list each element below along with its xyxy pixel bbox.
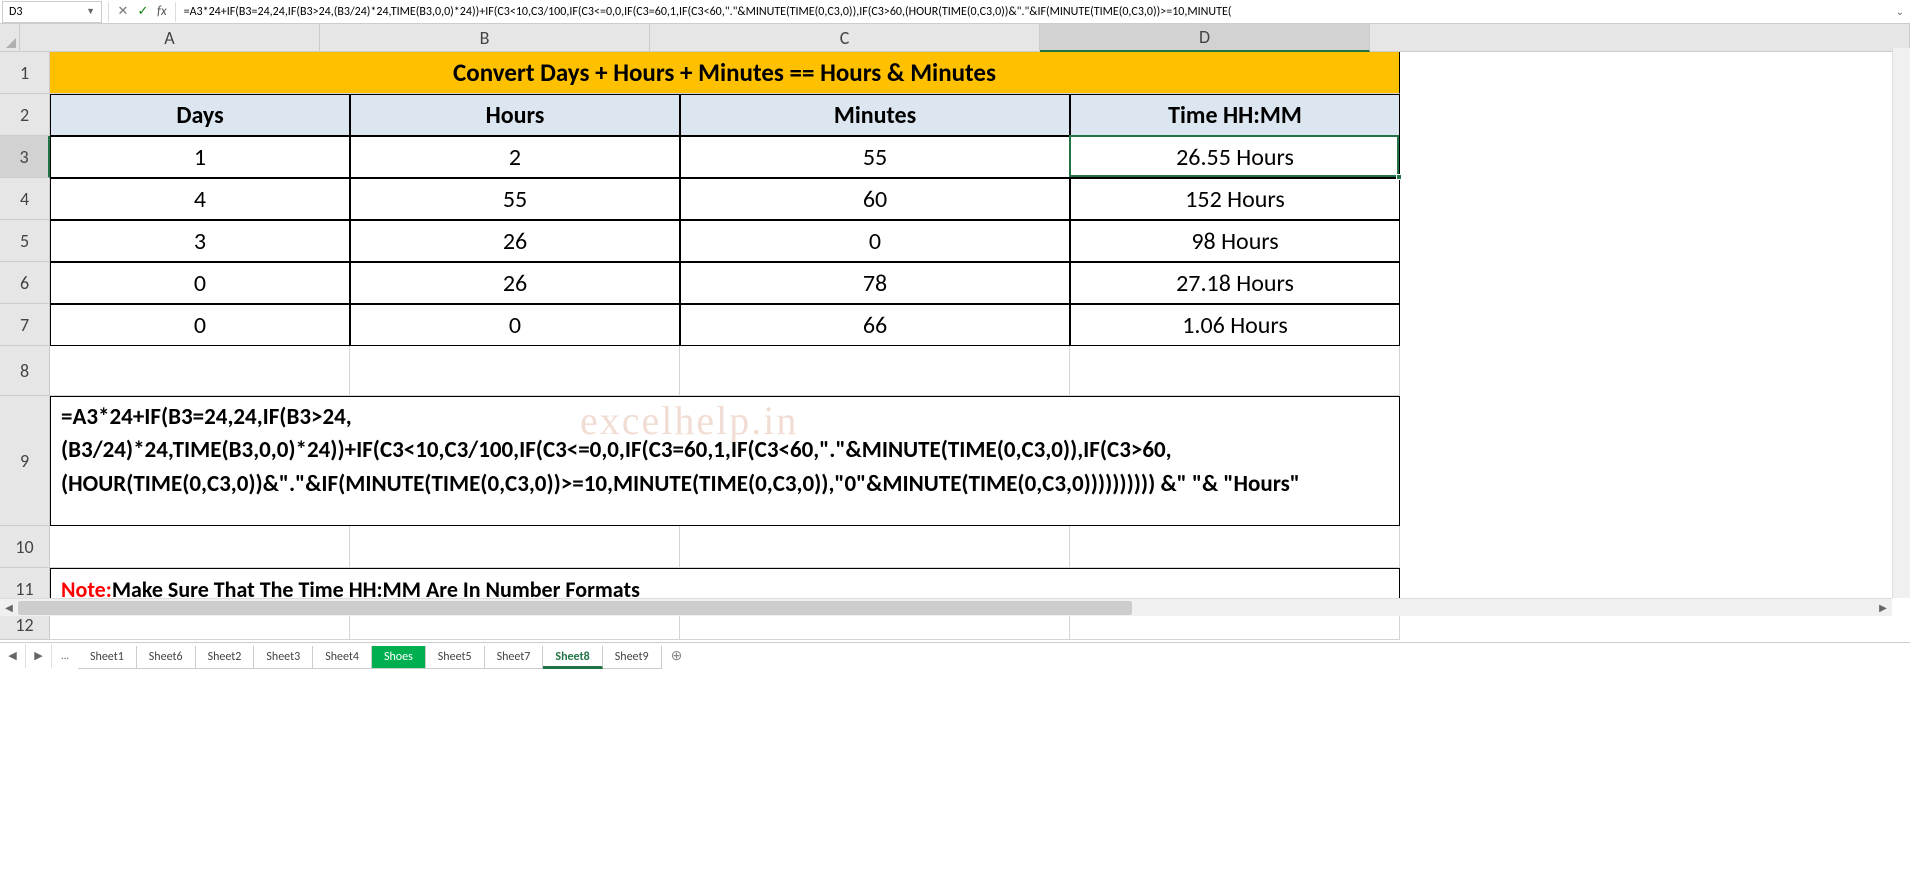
data-cell-r6-cD[interactable]: 27.18 Hours [1070, 262, 1400, 304]
tab-scroll-left-icon[interactable]: ◀ [0, 644, 26, 668]
sheet-tab-sheet4[interactable]: Sheet4 [313, 646, 372, 669]
sheet-tab-sheet8[interactable]: Sheet8 [543, 646, 602, 669]
empty-cell[interactable] [680, 346, 1070, 396]
sheet-tab-sheet3[interactable]: Sheet3 [254, 646, 313, 669]
spreadsheet-area: ABCD 123456789101112 excelhelp.in Conver… [0, 24, 1910, 642]
empty-cell[interactable] [350, 526, 680, 568]
empty-cell[interactable] [680, 526, 1070, 568]
sheet-tabs: Sheet1Sheet6Sheet2Sheet3Sheet4ShoesSheet… [78, 643, 662, 669]
scrollbar-thumb[interactable] [18, 601, 1132, 615]
formula-bar: D3 ▼ ✕ ✓ fx =A3*24+IF(B3=24,24,IF(B3>24,… [0, 0, 1910, 24]
header-timehhmm[interactable]: Time HH:MM [1070, 94, 1400, 136]
data-cell-r6-cA[interactable]: 0 [50, 262, 350, 304]
row-header-2[interactable]: 2 [0, 94, 50, 136]
dropdown-icon[interactable]: ▼ [86, 6, 95, 17]
divider [108, 2, 109, 22]
row-headers: 123456789101112 [0, 52, 50, 640]
sheet-tab-sheet6[interactable]: Sheet6 [137, 646, 196, 669]
data-cell-r3-cB[interactable]: 2 [350, 136, 680, 178]
empty-cell[interactable] [1070, 346, 1400, 396]
tab-scroll-right-icon[interactable]: ▶ [26, 644, 52, 668]
row-header-1[interactable]: 1 [0, 52, 50, 94]
data-cell-r6-cB[interactable]: 26 [350, 262, 680, 304]
cancel-formula-button[interactable]: ✕ [113, 2, 133, 22]
title-cell[interactable]: Convert Days + Hours + Minutes == Hours … [50, 52, 1400, 94]
column-header-blank [1370, 24, 1910, 52]
name-box-value: D3 [9, 5, 22, 19]
header-hours[interactable]: Hours [350, 94, 680, 136]
row-header-8[interactable]: 8 [0, 346, 50, 396]
data-cell-r7-cA[interactable]: 0 [50, 304, 350, 346]
row-header-9[interactable]: 9 [0, 396, 50, 526]
fill-handle[interactable] [1396, 174, 1402, 180]
sheet-tab-sheet7[interactable]: Sheet7 [485, 646, 544, 669]
data-cell-r4-cD[interactable]: 152 Hours [1070, 178, 1400, 220]
empty-cell[interactable] [350, 346, 680, 396]
formula-display-cell[interactable]: =A3*24+IF(B3=24,24,IF(B3>24,(B3/24)*24,T… [50, 396, 1400, 526]
header-minutes[interactable]: Minutes [680, 94, 1070, 136]
sheet-tab-shoes[interactable]: Shoes [372, 646, 426, 669]
sheet-tab-sheet5[interactable]: Sheet5 [426, 646, 485, 669]
row-header-7[interactable]: 7 [0, 304, 50, 346]
scrollbar-track[interactable] [18, 599, 1874, 617]
data-cell-r3-cC[interactable]: 55 [680, 136, 1070, 178]
data-cell-r7-cC[interactable]: 66 [680, 304, 1070, 346]
data-cell-r5-cA[interactable]: 3 [50, 220, 350, 262]
sheet-tab-sheet9[interactable]: Sheet9 [603, 646, 662, 669]
select-all-corner[interactable] [0, 24, 20, 52]
data-cell-r7-cB[interactable]: 0 [350, 304, 680, 346]
column-header-A[interactable]: A [20, 24, 320, 52]
column-header-B[interactable]: B [320, 24, 650, 52]
row-header-10[interactable]: 10 [0, 526, 50, 568]
scroll-left-icon[interactable]: ◀ [0, 599, 18, 617]
vertical-scrollbar[interactable] [1892, 48, 1910, 598]
empty-cell[interactable] [1070, 526, 1400, 568]
data-cell-r4-cB[interactable]: 55 [350, 178, 680, 220]
sheet-tab-sheet2[interactable]: Sheet2 [196, 646, 255, 669]
cells-grid[interactable]: excelhelp.in Convert Days + Hours + Minu… [50, 52, 1400, 640]
name-box[interactable]: D3 ▼ [2, 1, 102, 23]
data-cell-r6-cC[interactable]: 78 [680, 262, 1070, 304]
data-cell-r3-cD[interactable]: 26.55 Hours [1070, 136, 1400, 178]
fx-icon[interactable]: fx [157, 4, 167, 19]
sheet-tabs-bar: ◀ ▶ … Sheet1Sheet6Sheet2Sheet3Sheet4Shoe… [0, 642, 1910, 668]
data-cell-r5-cC[interactable]: 0 [680, 220, 1070, 262]
data-cell-r5-cD[interactable]: 98 Hours [1070, 220, 1400, 262]
column-headers: ABCD [0, 24, 1910, 52]
row-header-5[interactable]: 5 [0, 220, 50, 262]
expand-formula-bar-icon[interactable]: ⌄ [1896, 5, 1904, 18]
data-cell-r3-cA[interactable]: 1 [50, 136, 350, 178]
data-cell-r4-cC[interactable]: 60 [680, 178, 1070, 220]
sheet-tab-sheet1[interactable]: Sheet1 [78, 646, 137, 669]
column-header-C[interactable]: C [650, 24, 1040, 52]
data-cell-r5-cB[interactable]: 26 [350, 220, 680, 262]
data-cell-r4-cA[interactable]: 4 [50, 178, 350, 220]
add-sheet-button[interactable]: ⊕ [662, 647, 692, 664]
column-header-D[interactable]: D [1040, 24, 1370, 52]
header-days[interactable]: Days [50, 94, 350, 136]
empty-cell[interactable] [50, 526, 350, 568]
scroll-right-icon[interactable]: ▶ [1874, 599, 1892, 617]
formula-input[interactable]: =A3*24+IF(B3=24,24,IF(B3>24,(B3/24)*24,T… [180, 5, 1890, 19]
data-cell-r7-cD[interactable]: 1.06 Hours [1070, 304, 1400, 346]
divider [175, 2, 176, 22]
confirm-formula-button[interactable]: ✓ [133, 2, 153, 22]
row-header-6[interactable]: 6 [0, 262, 50, 304]
row-header-4[interactable]: 4 [0, 178, 50, 220]
row-header-3[interactable]: 3 [0, 136, 50, 178]
empty-cell[interactable] [50, 346, 350, 396]
tab-ellipsis-icon[interactable]: … [52, 644, 78, 668]
horizontal-scrollbar[interactable]: ◀ ▶ [0, 598, 1892, 616]
